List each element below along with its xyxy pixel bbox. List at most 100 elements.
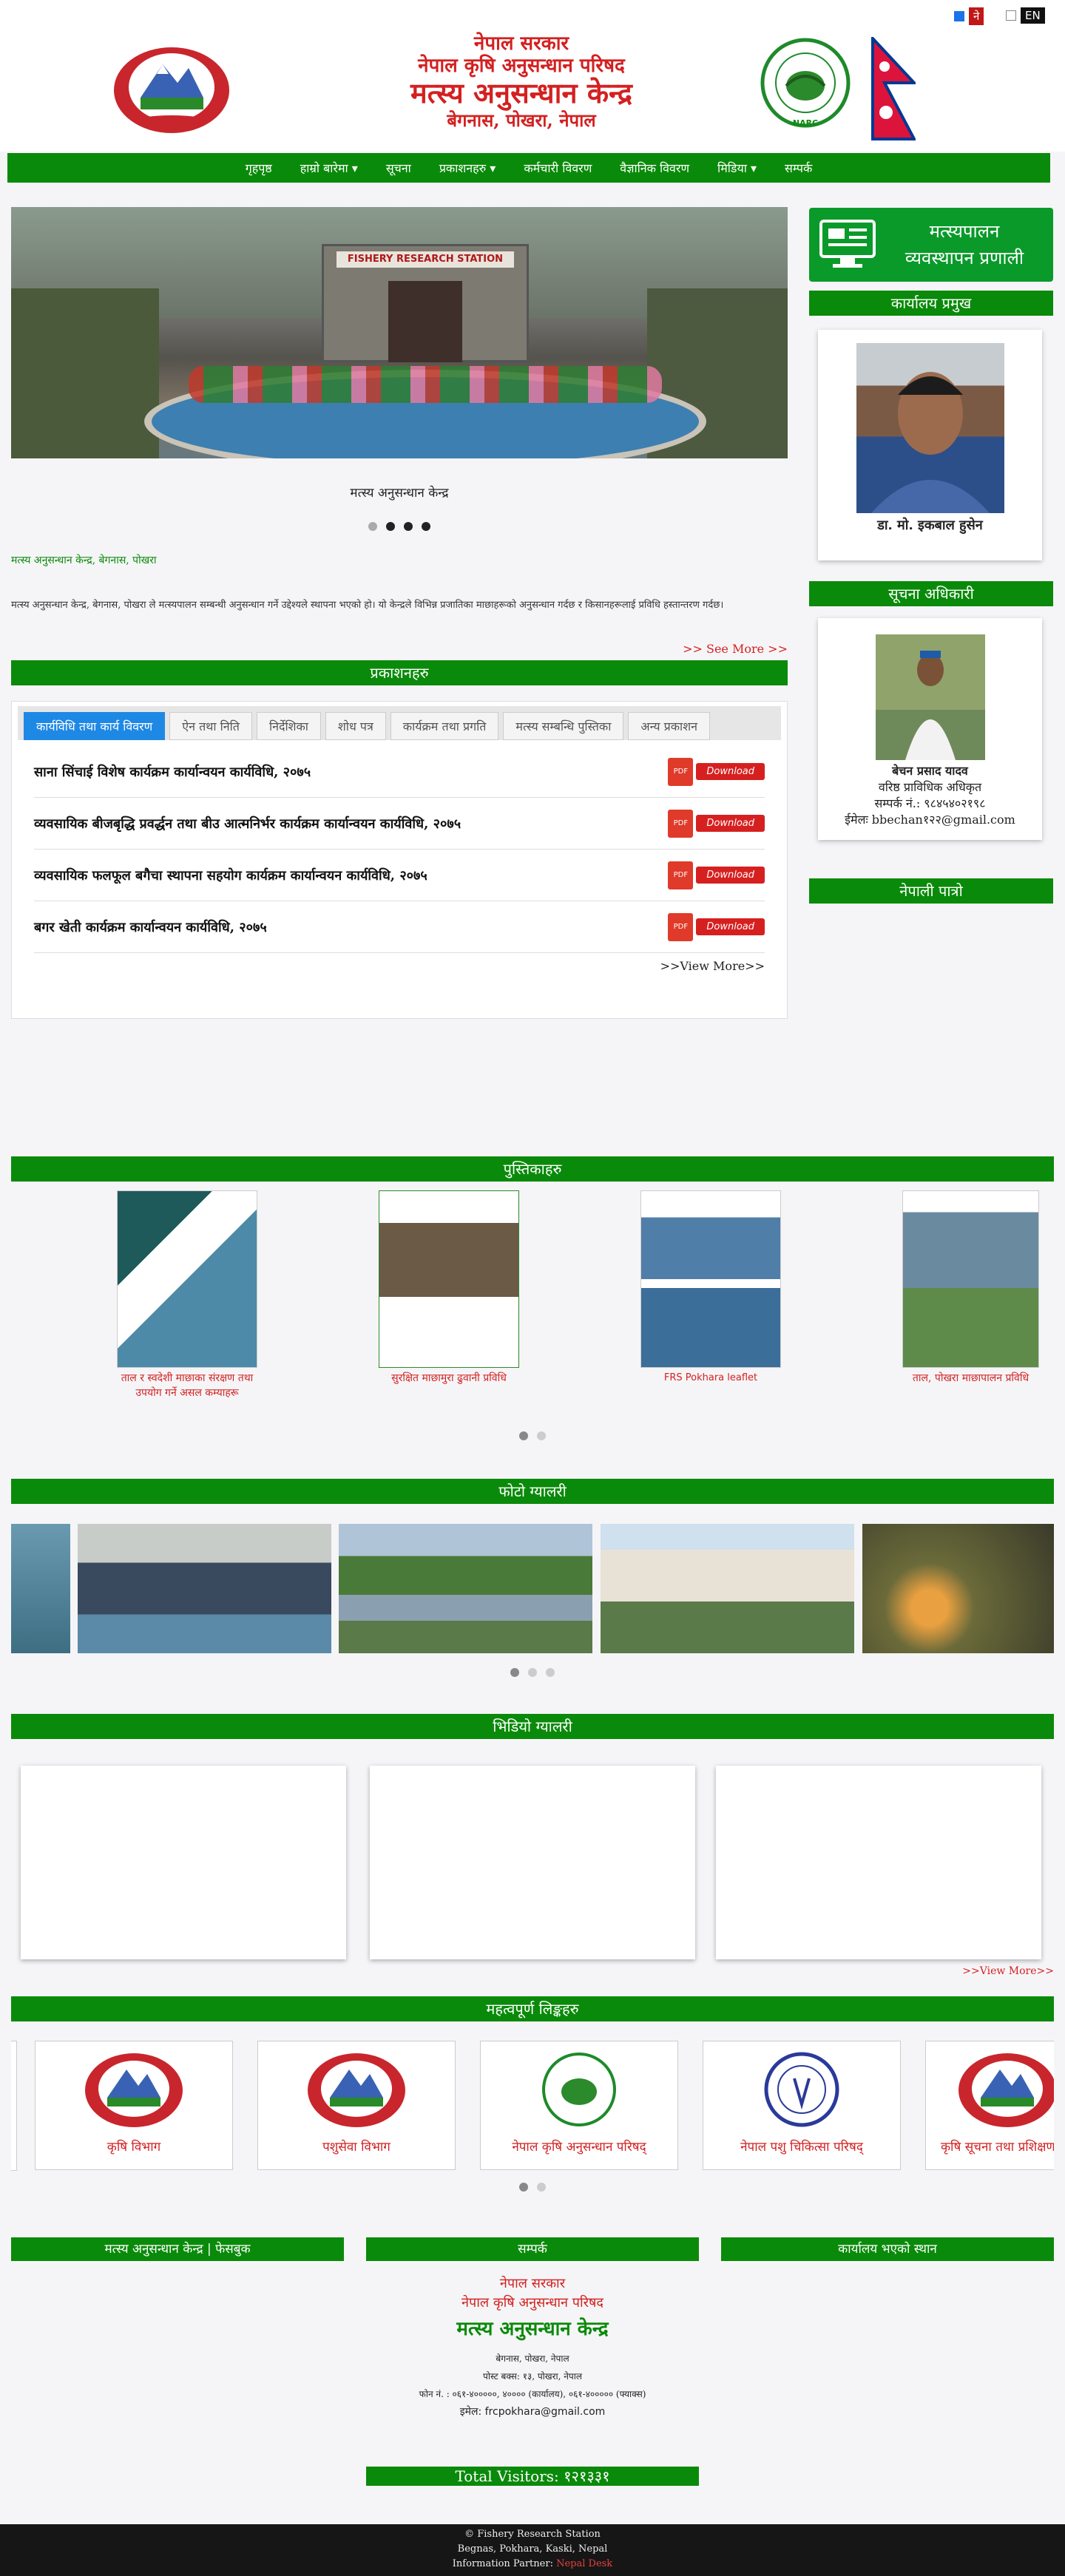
nav-contact[interactable]: सम्पर्क [785, 160, 812, 176]
links-dot-1[interactable] [519, 2183, 528, 2192]
contact-email[interactable]: इमेल: frcpokhara@gmail.com [366, 2403, 699, 2421]
image-slider[interactable]: FISHERY RESEARCH STATION [11, 207, 788, 482]
visitor-counter: Total Visitors: १२१३३१ [366, 2467, 699, 2486]
booklet-item[interactable]: ताल, पोखरा माछापालन प्रविधि [902, 1190, 1039, 1386]
lang-en-label[interactable]: EN [1021, 7, 1045, 24]
pub-view-more-link[interactable]: >>View More>> [34, 959, 765, 973]
lang-switch-en[interactable]: EN [1006, 7, 1045, 24]
doc-title[interactable]: बगर खेती कार्यक्रम कार्यान्वयन कार्यविधि… [34, 918, 267, 936]
booklet-cover[interactable] [379, 1190, 519, 1368]
flower-pots [189, 366, 662, 403]
gallery-dot-2[interactable] [528, 1668, 537, 1677]
link-card[interactable]: नेपाल पशु चिकित्सा परिषद् [703, 2041, 901, 2170]
slider-dot-2[interactable] [386, 522, 395, 531]
tab-fish-booklets[interactable]: मत्स्य सम्बन्धि पुस्तिका [503, 712, 624, 740]
gallery-dot-1[interactable] [510, 1668, 519, 1677]
gallery-photo[interactable] [601, 1524, 854, 1653]
download-button[interactable]: PDF Download [668, 861, 765, 889]
contact-line2: नेपाल कृषि अनुसन्धान परिषद [462, 2295, 604, 2311]
download-button[interactable]: PDF Download [668, 912, 765, 941]
fish-mgmt-system-button[interactable]: मत्स्यपालन व्यवस्थापन प्रणाली [809, 208, 1053, 282]
link-card[interactable]: कृषि विभाग [35, 2041, 233, 2170]
tab-guidelines[interactable]: निर्देशिका [256, 712, 321, 740]
link-card[interactable]: पशुसेवा विभाग [257, 2041, 456, 2170]
lang-checkbox-en[interactable] [1006, 10, 1016, 21]
download-button[interactable]: PDF Download [668, 757, 765, 786]
nav-staff[interactable]: कर्मचारी विवरण [524, 160, 592, 176]
link-label[interactable]: नेपाल पशु चिकित्सा परिषद् [703, 2138, 900, 2155]
info-officer-email[interactable]: ईमेलः bbechan१२२@gmail.com [818, 812, 1042, 828]
tab-programs[interactable]: कार्यक्रम तथा प्रगति [390, 712, 499, 740]
booklet-item[interactable]: सुरक्षित माछामुरा ढुवानी प्रविधि [379, 1190, 519, 1386]
booklet-dot-2[interactable] [537, 1431, 546, 1440]
booklet-dot-1[interactable] [519, 1431, 528, 1440]
contact-title: सम्पर्क [366, 2237, 699, 2261]
pdf-icon: PDF [668, 912, 694, 941]
booklet-item[interactable]: ताल र स्वदेशी माछाका संरक्षण तथा उपयोग ग… [117, 1190, 257, 1400]
chief-photo [856, 343, 1004, 513]
booklet-title[interactable]: ताल, पोखरा माछापालन प्रविधि [902, 1371, 1039, 1386]
booklet-item[interactable]: FRS Pokhara leaflet [640, 1190, 781, 1386]
nepal-emblem-icon [956, 2049, 1054, 2130]
gallery-photo[interactable] [339, 1524, 592, 1653]
gallery-photo[interactable] [11, 1524, 70, 1653]
nav-home[interactable]: गृहपृष्ठ [246, 160, 272, 176]
gallery-dot-3[interactable] [546, 1668, 555, 1677]
gallery-photo[interactable] [78, 1524, 331, 1653]
booklet-title[interactable]: सुरक्षित माछामुरा ढुवानी प्रविधि [379, 1371, 519, 1386]
slider-dots[interactable] [11, 522, 788, 531]
footer-partner-link[interactable]: Nepal Desk [556, 2558, 612, 2569]
booklet-cover[interactable] [117, 1190, 257, 1368]
doc-title[interactable]: व्यवसायिक बीजबृद्धि प्रवर्द्धन तथा बीउ आ… [34, 815, 461, 833]
header-line2: नेपाल कृषि अनुसन्धान परिषद [418, 55, 625, 77]
slider-dot-4[interactable] [422, 522, 430, 531]
doc-title[interactable]: साना सिंचाई विशेष कार्यक्रम कार्यान्वयन … [34, 763, 311, 781]
gallery-photo[interactable] [862, 1524, 1054, 1653]
video-embed[interactable] [716, 1766, 1041, 1959]
link-label[interactable]: पशुसेवा विभाग [258, 2138, 455, 2155]
pdf-icon: PDF [668, 757, 694, 786]
slider-dot-1[interactable] [368, 522, 377, 531]
slider-dot-3[interactable] [404, 522, 413, 531]
tab-research-papers[interactable]: शोध पत्र [325, 712, 386, 740]
video-embed[interactable] [21, 1766, 346, 1959]
tab-other[interactable]: अन्य प्रकाशन [628, 712, 710, 740]
monitor-icon [818, 217, 877, 273]
publications-title: प्रकाशनहरु [11, 660, 788, 685]
booklet-dots[interactable] [11, 1431, 1054, 1440]
download-button[interactable]: PDF Download [668, 809, 765, 838]
booklet-title[interactable]: FRS Pokhara leaflet [640, 1371, 781, 1386]
link-label[interactable]: कृषि सूचना तथा प्रशिक्षण [926, 2138, 1054, 2155]
tab-procedures[interactable]: कार्यविधि तथा कार्य विवरण [24, 712, 166, 740]
link-label[interactable]: नेपाल कृषि अनुसन्धान परिषद् [481, 2138, 677, 2155]
nav-publications[interactable]: प्रकाशनहरु ▾ [439, 160, 496, 176]
gallery-dots[interactable] [11, 1668, 1054, 1677]
info-officer-title: सूचना अधिकारी [809, 581, 1053, 606]
link-card[interactable]: नेपाल कृषि अनुसन्धान परिषद् [480, 2041, 678, 2170]
links-carousel: कृषि विभाग पशुसेवा विभाग नेपाल कृषि अनुस… [11, 2041, 1054, 2174]
lang-switch-ne[interactable]: ने [954, 7, 984, 25]
link-card[interactable]: कृषि सूचना तथा प्रशिक्षण [925, 2041, 1054, 2170]
see-more-link[interactable]: >> See More >> [640, 642, 788, 656]
doc-row: बगर खेती कार्यक्रम कार्यान्वयन कार्यविधि… [34, 901, 765, 953]
booklet-cover[interactable] [640, 1190, 781, 1368]
main-nav: गृहपृष्ठ हाम्रो बारेमा ▾ सूचना प्रकाशनहर… [7, 153, 1050, 183]
links-dots[interactable] [11, 2183, 1054, 2192]
nav-media[interactable]: मिडिया ▾ [717, 160, 757, 176]
header-line3: मत्स्य अनुसन्धान केन्द्र [410, 76, 632, 109]
video-view-more-link[interactable]: >>View More>> [906, 1965, 1054, 1977]
doc-title[interactable]: व्यवसायिक फलफूल बगैचा स्थापना सहयोग कार्… [34, 867, 427, 884]
doc-row: साना सिंचाई विशेष कार्यक्रम कार्यान्वयन … [34, 746, 765, 798]
booklet-cover[interactable] [902, 1190, 1039, 1368]
nav-about[interactable]: हाम्रो बारेमा ▾ [300, 160, 358, 176]
nav-scientists[interactable]: वैज्ञानिक विवरण [620, 160, 689, 176]
video-embed[interactable] [370, 1766, 695, 1959]
links-dot-2[interactable] [537, 2183, 546, 2192]
tab-acts[interactable]: ऐन तथा निति [169, 712, 252, 740]
lang-ne-label[interactable]: ने [969, 7, 984, 25]
booklet-title[interactable]: ताल र स्वदेशी माछाका संरक्षण तथा उपयोग ग… [117, 1371, 257, 1400]
lang-checkbox-ne[interactable] [954, 11, 964, 21]
link-label[interactable]: कृषि विभाग [36, 2138, 232, 2155]
nav-notice[interactable]: सूचना [386, 160, 411, 176]
location-title: कार्यालय भएको स्थान [721, 2237, 1054, 2261]
